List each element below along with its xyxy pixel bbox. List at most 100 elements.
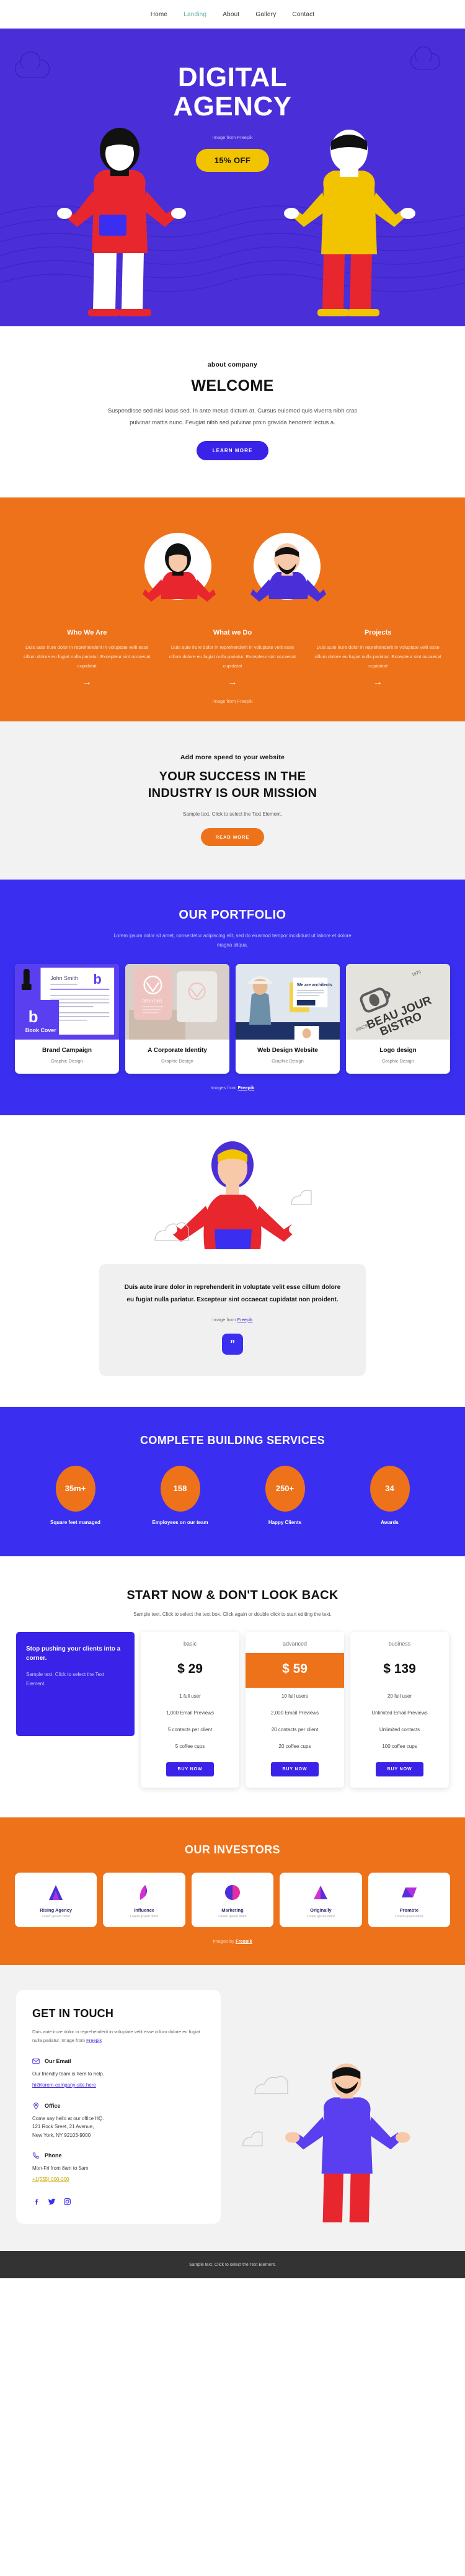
buy-now-button[interactable]: BUY NOW bbox=[271, 1762, 319, 1777]
team-image-credit: Image from Freepik bbox=[212, 698, 253, 705]
stat-value: 250+ bbox=[265, 1465, 305, 1512]
hero-title-line1: DIGITAL bbox=[177, 62, 288, 92]
investor-card-originally[interactable]: Originally Lorem ipsum dolor bbox=[280, 1873, 362, 1928]
investors-credit-prefix: Images by bbox=[213, 1938, 236, 1945]
nav-item-gallery[interactable]: Gallery bbox=[255, 11, 276, 18]
contact-intro: Duis aute irure dolor in reprehenderit i… bbox=[32, 2028, 205, 2045]
plan-feature: 20 contacts per client bbox=[271, 1727, 319, 1733]
investor-name: Originally bbox=[310, 1907, 332, 1914]
arrow-right-icon[interactable]: → bbox=[21, 677, 153, 687]
buy-now-button[interactable]: BUY NOW bbox=[376, 1762, 423, 1777]
investor-card-marketing[interactable]: Marketing Lorem ipsum dolor bbox=[191, 1873, 274, 1928]
stat-label: Happy Clients bbox=[268, 1519, 302, 1525]
investor-name: Influence bbox=[134, 1907, 155, 1914]
svg-text:We are architects: We are architects bbox=[297, 983, 332, 987]
welcome-heading: WELCOME bbox=[191, 377, 274, 394]
portfolio-card-category: Graphic Design bbox=[51, 1058, 83, 1064]
investor-card-rising-agency[interactable]: Rising Agency Lorem ipsum dolor bbox=[15, 1873, 97, 1928]
portfolio-card-corporate-identity[interactable]: DEO YOKO A Corporate Identity Graphic De… bbox=[125, 963, 229, 1074]
plan-feature: 1,000 Email Previews bbox=[166, 1710, 214, 1716]
stats-heading: COMPLETE BUILDING SERVICES bbox=[140, 1433, 326, 1446]
nav-item-home[interactable]: Home bbox=[151, 11, 167, 18]
team-columns: Who We Are Duis aute irure dolor in repr… bbox=[0, 613, 465, 687]
quote-section: Duis aute irure dolor in reprehenderit i… bbox=[0, 1115, 465, 1407]
investor-card-promote[interactable]: Promote Lorem ipsum dolor bbox=[368, 1873, 451, 1928]
quote-credit-link[interactable]: Freepik bbox=[237, 1317, 253, 1322]
pricing-card-advanced[interactable]: advanced $ 59 10 full users 2,000 Email … bbox=[246, 1632, 344, 1788]
contact-label: Phone bbox=[45, 2152, 62, 2159]
arrow-right-icon[interactable]: → bbox=[167, 677, 299, 687]
contact-inner: GET IN TOUCH Duis aute irure dolor in re… bbox=[0, 1990, 465, 2224]
portfolio-card-category: Graphic Design bbox=[272, 1058, 304, 1064]
svg-text:John Smith: John Smith bbox=[50, 974, 78, 981]
plan-feature: 5 contacts per client bbox=[167, 1727, 213, 1733]
plan-feature: Unlimited contacts bbox=[379, 1727, 420, 1733]
investors-credit-link[interactable]: Freepik bbox=[236, 1938, 252, 1944]
instagram-icon[interactable] bbox=[63, 2198, 71, 2208]
portfolio-section: OUR PORTFOLIO Lorem ipsum dolor sit amet… bbox=[0, 880, 465, 1115]
stat-employees: 158 Employees on our team bbox=[132, 1465, 228, 1527]
nav-item-landing[interactable]: Landing bbox=[184, 11, 206, 18]
mission-section: Add more speed to your website YOUR SUCC… bbox=[0, 721, 465, 880]
contact-card: GET IN TOUCH Duis aute irure dolor in re… bbox=[16, 1990, 221, 2224]
twitter-icon[interactable] bbox=[48, 2198, 56, 2208]
investor-desc: Lorem ipsum dolor bbox=[306, 1915, 335, 1919]
portfolio-card-category: Graphic Design bbox=[382, 1058, 414, 1064]
nav-item-about[interactable]: About bbox=[223, 11, 239, 18]
arrow-right-icon[interactable]: → bbox=[312, 677, 444, 687]
pricing-card-business[interactable]: business $ 139 20 full user Unlimited Em… bbox=[350, 1632, 449, 1788]
mission-heading-line1: YOUR SUCCESS IN THE bbox=[159, 770, 306, 784]
page-root: Home Landing About Gallery Contact DIGIT… bbox=[0, 0, 465, 2279]
hero-section: DIGITAL AGENCY Image from Freepik 15% OF… bbox=[0, 29, 465, 326]
team-column-what-we-do: What we Do Duis aute irure dolor in repr… bbox=[167, 629, 299, 687]
svg-text:b: b bbox=[29, 1008, 38, 1025]
portfolio-credit-link[interactable]: Freepik bbox=[238, 1085, 255, 1090]
portfolio-card-title: Web Design Website bbox=[257, 1046, 318, 1054]
offer-button[interactable]: 15% OFF bbox=[195, 149, 270, 172]
portfolio-meta: A Corporate Identity Graphic Design bbox=[125, 1040, 229, 1074]
portfolio-meta: Logo design Graphic Design bbox=[346, 1040, 450, 1074]
stat-square-feet: 35m+ Square feet managed bbox=[27, 1465, 123, 1527]
contact-line: Come say hello at our office HQ. 121 Roc… bbox=[32, 2115, 104, 2138]
plan-feature: 100 coffee cups bbox=[382, 1744, 417, 1750]
learn-more-button[interactable]: LEARN MORE bbox=[196, 441, 269, 460]
marketing-logo-icon bbox=[195, 1883, 270, 1902]
main-navigation: Home Landing About Gallery Contact bbox=[0, 0, 465, 29]
buy-now-button[interactable]: BUY NOW bbox=[166, 1762, 214, 1777]
stat-label: Awards bbox=[381, 1519, 399, 1525]
pricing-card-basic[interactable]: basic $ 29 1 full user 1,000 Email Previ… bbox=[141, 1632, 239, 1788]
phone-icon bbox=[32, 2152, 40, 2159]
investor-name: Marketing bbox=[221, 1907, 244, 1914]
stat-value: 35m+ bbox=[55, 1465, 95, 1512]
rising-agency-logo-icon bbox=[19, 1883, 93, 1902]
portfolio-card-logo-design[interactable]: BEAU JOUR BISTRO SINCE 1970 Logo design … bbox=[346, 963, 450, 1074]
contact-phone-link[interactable]: +1(555) 000-000 bbox=[32, 2177, 69, 2182]
facebook-icon[interactable] bbox=[32, 2198, 40, 2208]
contact-block-office: Office Come say hello at our office HQ. … bbox=[32, 2102, 205, 2140]
promo-heading: Stop pushing your clients into a corner. bbox=[26, 1646, 121, 1662]
portfolio-meta: Brand Campaign Graphic Design bbox=[15, 1040, 119, 1074]
investor-desc: Lorem ipsum dolor bbox=[395, 1915, 423, 1919]
stats-row: 35m+ Square feet managed 158 Employees o… bbox=[0, 1447, 465, 1527]
read-more-button[interactable]: READ MORE bbox=[200, 828, 265, 847]
investors-credit: Images by Freepik bbox=[0, 1927, 465, 1944]
contact-intro-text: Duis aute irure dolor in reprehenderit i… bbox=[32, 2029, 200, 2044]
stat-label: Square feet managed bbox=[50, 1519, 100, 1525]
portfolio-credit-prefix: Images from bbox=[210, 1084, 238, 1090]
column-text: Duis aute irure dolor in reprehenderit i… bbox=[24, 644, 151, 669]
investor-card-influence[interactable]: Influence Lorem ipsum dolor bbox=[103, 1873, 185, 1928]
contact-line: Mon-Fri from 8am to 5am bbox=[32, 2165, 89, 2172]
contact-email-link[interactable]: hi@lorem-company-site.here bbox=[32, 2082, 96, 2088]
quote-card: Duis aute irure dolor in reprehenderit i… bbox=[99, 1263, 366, 1376]
contact-block-phone: Phone Mon-Fri from 8am to 5am +1(555) 00… bbox=[32, 2152, 205, 2184]
column-text: Duis aute irure dolor in reprehenderit i… bbox=[169, 644, 296, 669]
portfolio-card-brand-campaign[interactable]: John Smith b b Book Cover Brand Campaign… bbox=[15, 963, 119, 1074]
team-column-who-we-are: Who We Are Duis aute irure dolor in repr… bbox=[21, 629, 153, 687]
stat-value: 158 bbox=[160, 1465, 200, 1512]
nav-item-contact[interactable]: Contact bbox=[292, 11, 314, 18]
contact-intro-link[interactable]: Freepik bbox=[86, 2038, 102, 2043]
pricing-grid: Stop pushing your clients into a corner.… bbox=[0, 1617, 465, 1788]
portfolio-card-web-design[interactable]: We are architects Web Design Website Gra… bbox=[236, 963, 340, 1074]
svg-text:b: b bbox=[93, 971, 101, 986]
mission-heading-line2: INDUSTRY IS OUR MISSION bbox=[148, 786, 317, 800]
